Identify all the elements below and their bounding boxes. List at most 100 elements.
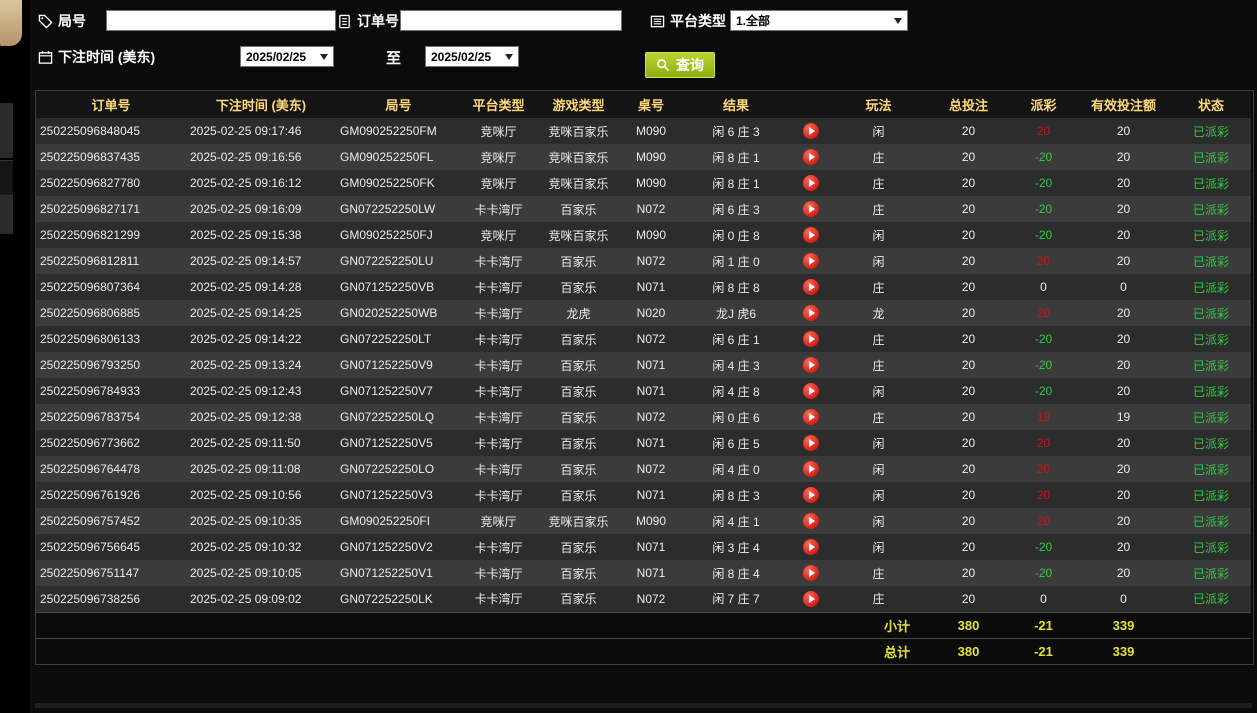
table-row: 250225096773662 2025-02-25 09:11:50 GN0712…: [36, 430, 1251, 456]
play-video-button[interactable]: [803, 539, 819, 555]
cell-order-no: 250225096783754: [40, 410, 141, 424]
play-video-button[interactable]: [803, 461, 819, 477]
cell-payout: -20: [1034, 384, 1053, 398]
sidebar-collapsed-block: [0, 196, 13, 234]
search-icon: [656, 58, 671, 73]
col-header-order-no: 订单号: [36, 91, 186, 118]
cell-table-no: N071: [636, 436, 666, 450]
cell-game-type: 百家乐: [560, 592, 597, 607]
cell-round-no: GN020252250WB: [340, 306, 438, 320]
cell-order-no: 250225096807364: [40, 280, 141, 294]
play-video-button[interactable]: [803, 513, 819, 529]
play-video-button[interactable]: [803, 123, 819, 139]
cell-payout: 19: [1036, 410, 1051, 424]
cell-play-type: 庄: [872, 202, 885, 217]
table-row: 250225096793250 2025-02-25 09:13:24 GN0712…: [36, 352, 1251, 378]
play-video-button[interactable]: [803, 435, 819, 451]
cell-payout: -20: [1034, 566, 1053, 580]
table-row: 250225096806133 2025-02-25 09:14:22 GN0722…: [36, 326, 1251, 352]
summary-payout: -21: [1034, 643, 1053, 659]
cell-total-bet: 20: [961, 306, 976, 320]
cell-play: [791, 326, 831, 352]
query-button[interactable]: 查询: [645, 52, 715, 78]
cell-valid-bet: 20: [1116, 384, 1131, 398]
cell-status: 已派彩: [1192, 228, 1229, 243]
cell-game-type: 竞咪百家乐: [548, 228, 609, 243]
date-from-select[interactable]: 2025/02/25: [240, 46, 334, 67]
play-video-button[interactable]: [803, 487, 819, 503]
table-row: 250225096756645 2025-02-25 09:10:32 GN0712…: [36, 534, 1251, 560]
cell-play: [791, 144, 831, 170]
cell-status: 已派彩: [1192, 176, 1229, 191]
cell-status: 已派彩: [1192, 306, 1229, 321]
play-video-button[interactable]: [803, 383, 819, 399]
cell-round-no: GN071252250V1: [340, 566, 433, 580]
play-icon: [809, 491, 815, 499]
summary-row: 总计 380 -21 339: [36, 638, 1251, 664]
platform-type-label-text: 平台类型: [670, 13, 726, 29]
play-video-button[interactable]: [803, 149, 819, 165]
col-header-platform-type: 平台类型: [461, 91, 536, 118]
cell-table-no: M090: [635, 176, 667, 190]
cell-status: 已派彩: [1192, 566, 1229, 581]
cell-valid-bet: 20: [1116, 436, 1131, 450]
summary-label: 小计: [883, 618, 910, 634]
cell-game-type: 百家乐: [560, 202, 597, 217]
play-icon: [809, 569, 815, 577]
cell-payout: 0: [1040, 591, 1047, 606]
cell-play-type: 庄: [872, 566, 885, 581]
play-video-button[interactable]: [803, 331, 819, 347]
cell-bet-time: 2025-02-25 09:12:38: [190, 410, 302, 424]
cell-platform: 卡卡湾厅: [474, 358, 523, 373]
cell-play: [791, 248, 831, 274]
cell-result: 龙J 虎6: [715, 306, 756, 321]
cell-play-type: 庄: [872, 280, 885, 295]
play-video-button[interactable]: [803, 409, 819, 425]
cell-game-type: 竞咪百家乐: [548, 124, 609, 139]
play-video-button[interactable]: [803, 279, 819, 295]
cell-play: [791, 560, 831, 586]
cell-play-type: 闲: [872, 254, 885, 269]
cell-valid-bet: 20: [1116, 566, 1131, 580]
play-video-button[interactable]: [803, 357, 819, 373]
cell-table-no: N071: [636, 358, 666, 372]
filter-bar: 局号 订单号 平台类型 1.全部 下注时间 (美东) 2025/02/25 至 …: [30, 0, 1257, 88]
cell-table-no: N020: [636, 306, 666, 320]
play-video-button[interactable]: [803, 565, 819, 581]
horizontal-scrollbar[interactable]: [35, 703, 1252, 708]
cell-valid-bet: 20: [1116, 306, 1131, 320]
cell-bet-time: 2025-02-25 09:17:46: [190, 124, 302, 138]
cell-game-type: 百家乐: [560, 410, 597, 425]
cell-table-no: N072: [636, 462, 666, 476]
play-video-button[interactable]: [803, 305, 819, 321]
play-video-button[interactable]: [803, 253, 819, 269]
summary-status-empty: [1171, 612, 1251, 638]
play-video-button[interactable]: [803, 227, 819, 243]
play-video-button[interactable]: [803, 175, 819, 191]
platform-type-select[interactable]: 1.全部: [730, 10, 908, 31]
cell-bet-time: 2025-02-25 09:14:25: [190, 306, 302, 320]
play-video-button[interactable]: [803, 201, 819, 217]
cell-status: 已派彩: [1192, 384, 1229, 399]
summary-payout: -21: [1034, 617, 1053, 633]
cell-result: 闲 4 庄 1: [712, 514, 760, 529]
summary-row: 小计 380 -21 339: [36, 612, 1251, 638]
sidebar-toggle-tab[interactable]: [0, 0, 22, 46]
order-number-input[interactable]: [400, 10, 622, 31]
cell-play: [791, 482, 831, 508]
cell-play: [791, 378, 831, 404]
bet-records-table: 订单号 下注时间 (美东) 局号 平台类型 游戏类型 桌号 结果 玩法 总投注 派彩 有效投注额 状态…: [35, 90, 1254, 665]
tag-icon: [38, 14, 53, 29]
round-number-input[interactable]: [106, 10, 336, 31]
cell-game-type: 百家乐: [560, 280, 597, 295]
cell-status: 已派彩: [1192, 462, 1229, 477]
cell-bet-time: 2025-02-25 09:11:50: [190, 436, 301, 450]
date-to-select[interactable]: 2025/02/25: [425, 46, 519, 67]
cell-table-no: N071: [636, 566, 666, 580]
cell-status: 已派彩: [1192, 280, 1229, 295]
cell-play-type: 庄: [872, 410, 885, 425]
cell-game-type: 竞咪百家乐: [548, 176, 609, 191]
play-video-button[interactable]: [803, 590, 819, 607]
cell-play-type: 闲: [872, 228, 885, 243]
cell-total-bet: 20: [961, 436, 976, 450]
